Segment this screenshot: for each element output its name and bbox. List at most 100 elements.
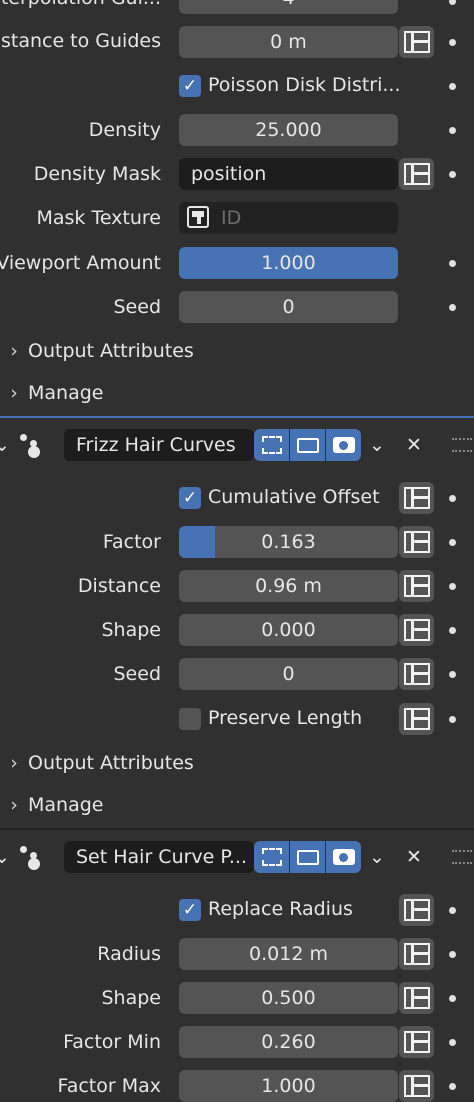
geometry-nodes-icon xyxy=(18,432,46,458)
close-icon[interactable]: ✕ xyxy=(400,429,428,461)
edit-mode-toggle-icon[interactable] xyxy=(254,429,289,461)
factor-slider-fill xyxy=(179,526,215,558)
mask-texture-label: Mask Texture xyxy=(36,207,161,229)
seed-label: Seed xyxy=(113,663,162,685)
attribute-toggle-icon[interactable] xyxy=(399,526,434,558)
attribute-toggle-icon[interactable] xyxy=(399,703,434,735)
keyframe-dot[interactable] xyxy=(449,83,456,90)
density-mask-field[interactable]: position xyxy=(179,158,398,190)
interp-guides-field[interactable]: 4 xyxy=(179,0,398,14)
chevron-right-icon: › xyxy=(10,340,18,362)
collapse-chevron-icon[interactable]: ⌄ xyxy=(0,429,16,461)
keyframe-dot[interactable] xyxy=(449,0,456,5)
shape-label: Shape xyxy=(101,987,162,1009)
factor-max-field[interactable]: 1.000 xyxy=(179,1070,398,1102)
attribute-toggle-icon[interactable] xyxy=(399,1026,434,1058)
texture-icon xyxy=(187,206,209,228)
factor-label: Factor xyxy=(102,531,161,553)
attribute-toggle-icon[interactable] xyxy=(399,158,434,190)
modifier-header-set-hair-curve[interactable]: ⌄ Set Hair Curve P... ⌄ ✕ xyxy=(0,830,474,884)
attribute-toggle-icon[interactable] xyxy=(399,482,434,514)
keyframe-dot[interactable] xyxy=(449,1083,456,1090)
factor-min-field[interactable]: 0.260 xyxy=(179,1026,398,1058)
keyframe-dot[interactable] xyxy=(449,951,456,958)
radius-field[interactable]: 0.012 m xyxy=(179,938,398,970)
keyframe-dot[interactable] xyxy=(449,671,456,678)
edit-mode-toggle-icon[interactable] xyxy=(254,841,289,873)
density-field[interactable]: 25.000 xyxy=(179,114,398,146)
keyframe-dot[interactable] xyxy=(449,995,456,1002)
factor-slider[interactable]: 0.163 xyxy=(179,526,398,558)
attribute-toggle-icon[interactable] xyxy=(399,26,434,58)
seed-field[interactable]: 0 xyxy=(179,658,398,690)
attribute-toggle-icon[interactable] xyxy=(399,982,434,1014)
drag-handle-icon[interactable] xyxy=(452,438,472,452)
keyframe-dot[interactable] xyxy=(449,127,456,134)
radius-label: Radius xyxy=(97,943,161,965)
poisson-label: Poisson Disk Distri... xyxy=(208,74,401,96)
keyframe-dot[interactable] xyxy=(449,495,456,502)
shape-field[interactable]: 0.000 xyxy=(179,614,398,646)
viewport-display-toggle-icon[interactable] xyxy=(290,841,325,873)
seed-label: Seed xyxy=(113,296,162,318)
cumulative-offset-label: Cumulative Offset xyxy=(208,486,380,508)
replace-radius-checkbox[interactable]: ✓ xyxy=(179,899,201,921)
attribute-toggle-icon[interactable] xyxy=(399,938,434,970)
drag-handle-icon[interactable] xyxy=(452,850,472,864)
cumulative-offset-checkbox[interactable]: ✓ xyxy=(179,487,201,509)
render-toggle-icon[interactable] xyxy=(326,841,361,873)
modifier-name-field[interactable]: Frizz Hair Curves xyxy=(64,429,254,461)
modifier-header-frizz[interactable]: ⌄ Frizz Hair Curves ⌄ ✕ xyxy=(0,418,474,472)
render-toggle-icon[interactable] xyxy=(326,429,361,461)
close-icon[interactable]: ✕ xyxy=(400,841,428,873)
density-label: Density xyxy=(88,119,161,141)
mask-texture-field[interactable]: ID xyxy=(179,202,398,234)
density-mask-label: Density Mask xyxy=(33,163,161,185)
chevron-right-icon: › xyxy=(10,382,18,404)
distance-guides-label: Distance to Guides xyxy=(0,30,161,52)
collapse-chevron-icon[interactable]: ⌄ xyxy=(0,841,16,873)
keyframe-dot[interactable] xyxy=(449,539,456,546)
keyframe-dot[interactable] xyxy=(449,171,456,178)
modifier-name-field[interactable]: Set Hair Curve P... xyxy=(64,841,254,873)
keyframe-dot[interactable] xyxy=(449,39,456,46)
seed-field[interactable]: 0 xyxy=(179,291,398,323)
dropdown-chevron-icon[interactable]: ⌄ xyxy=(363,841,391,873)
factor-min-label: Factor Min xyxy=(63,1031,161,1053)
attribute-toggle-icon[interactable] xyxy=(399,614,434,646)
keyframe-dot[interactable] xyxy=(449,716,456,723)
keyframe-dot[interactable] xyxy=(449,907,456,914)
attribute-toggle-icon[interactable] xyxy=(399,1070,434,1102)
replace-radius-label: Replace Radius xyxy=(208,898,353,920)
viewport-display-toggle-icon[interactable] xyxy=(290,429,325,461)
manage-subpanel[interactable]: › Manage xyxy=(0,794,103,816)
shape-label: Shape xyxy=(101,619,162,641)
attribute-toggle-icon[interactable] xyxy=(399,570,434,602)
chevron-right-icon: › xyxy=(10,794,18,816)
keyframe-dot[interactable] xyxy=(449,1039,456,1046)
distance-field[interactable]: 0.96 m xyxy=(179,570,398,602)
attribute-toggle-icon[interactable] xyxy=(399,894,434,926)
manage-subpanel[interactable]: › Manage xyxy=(0,382,103,404)
shape-field[interactable]: 0.500 xyxy=(179,982,398,1014)
distance-guides-field[interactable]: 0 m xyxy=(179,26,398,58)
distance-label: Distance xyxy=(77,575,161,597)
attribute-toggle-icon[interactable] xyxy=(399,658,434,690)
keyframe-dot[interactable] xyxy=(449,304,456,311)
keyframe-dot[interactable] xyxy=(449,583,456,590)
output-attributes-subpanel[interactable]: › Output Attributes xyxy=(0,340,194,362)
geometry-nodes-icon xyxy=(18,844,46,870)
factor-max-label: Factor Max xyxy=(57,1075,161,1097)
preserve-length-checkbox[interactable] xyxy=(179,708,201,730)
output-attributes-subpanel[interactable]: › Output Attributes xyxy=(0,752,194,774)
interp-guides-label: Interpolation Gui... xyxy=(0,0,161,9)
viewport-amount-field[interactable]: 1.000 xyxy=(179,247,398,279)
poisson-checkbox[interactable]: ✓ xyxy=(179,75,201,97)
preserve-length-label: Preserve Length xyxy=(208,707,363,729)
chevron-right-icon: › xyxy=(10,752,18,774)
texture-placeholder: ID xyxy=(221,207,242,229)
dropdown-chevron-icon[interactable]: ⌄ xyxy=(363,429,391,461)
viewport-amount-label: Viewport Amount xyxy=(0,252,161,274)
keyframe-dot[interactable] xyxy=(449,260,456,267)
keyframe-dot[interactable] xyxy=(449,627,456,634)
